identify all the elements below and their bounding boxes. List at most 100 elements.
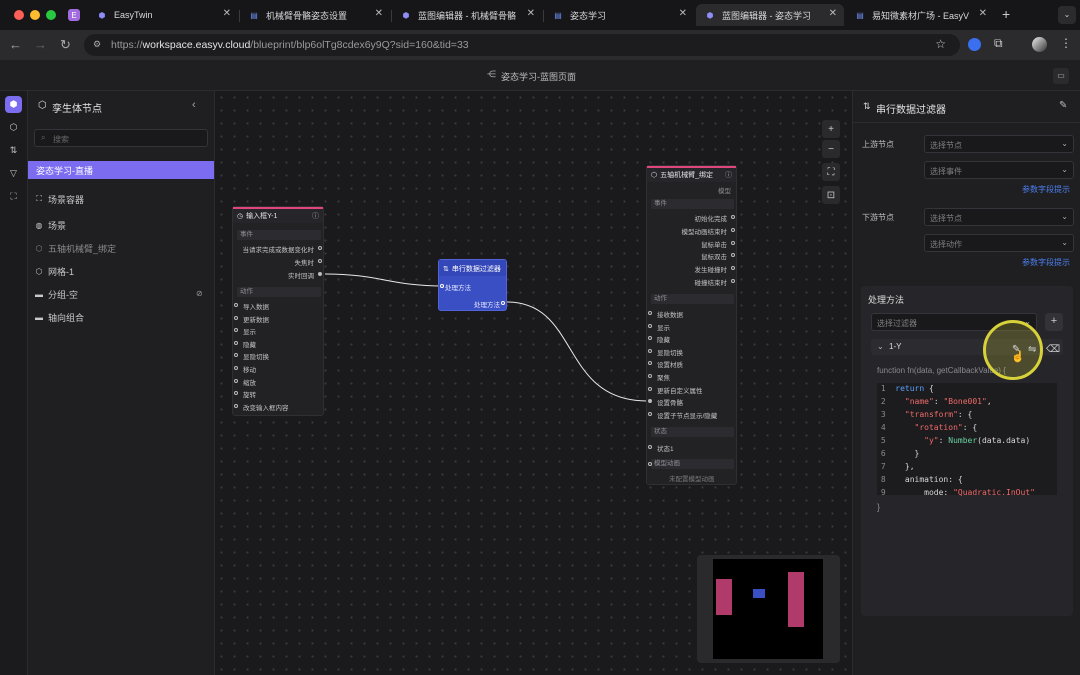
anim-empty-text: 未配置模型动画 — [669, 476, 715, 483]
input-pin[interactable] — [234, 328, 238, 333]
event-row: 模型动画结束时 — [681, 228, 728, 236]
event-row: 实时回调 — [288, 273, 314, 280]
minimap-node — [753, 589, 765, 598]
output-pin[interactable] — [731, 266, 735, 271]
info-icon: ⓘ — [312, 213, 319, 220]
output-pin[interactable] — [731, 240, 735, 245]
fit-view-button[interactable]: ⛶ — [822, 163, 840, 181]
input-pin[interactable] — [440, 284, 444, 288]
code-line: 6 } — [876, 449, 920, 458]
code-line: 5 "y": Number(data.data) — [876, 436, 1031, 445]
section-state: 状态 — [651, 427, 734, 437]
input-pin[interactable] — [648, 445, 652, 449]
event-row: 碰撞结束时 — [694, 280, 728, 287]
action-row: 设置子节点显示/隐藏 — [657, 412, 718, 420]
input-pin[interactable] — [648, 462, 652, 466]
action-row: 旋转 — [243, 392, 256, 400]
input-pin[interactable] — [234, 378, 238, 383]
output-pin[interactable] — [318, 272, 322, 276]
action-row: 更新自定义属性 — [657, 387, 703, 395]
input-pin[interactable] — [234, 315, 238, 320]
minimap-node — [788, 572, 804, 627]
action-row: 缩放 — [243, 379, 256, 387]
input-pin[interactable] — [234, 391, 238, 396]
event-row: 发生碰撞时 — [694, 267, 728, 275]
state-row: 状态1 — [657, 446, 674, 453]
upstream-label: 上游节点 — [862, 140, 894, 149]
input-pin[interactable] — [648, 399, 652, 404]
input-pin[interactable] — [648, 374, 652, 378]
input-pin[interactable] — [234, 340, 238, 345]
clock-icon: ◷ — [237, 213, 244, 220]
chevron-down-icon[interactable]: ⌄ — [877, 342, 884, 351]
filter-icon: ⇅ — [863, 101, 871, 111]
node-five-axis-arm[interactable]: ⬡ 五轴机械臂_绑定 ⓘ 模型 事件 初始化完成 模型动画结束时 鼠标单击 鼠标双击发… — [646, 165, 737, 485]
section-events: 事件 — [237, 230, 321, 240]
event-row: 初始化完成 — [694, 216, 728, 223]
node-header: ⇅ 串行数据过滤器 — [439, 260, 506, 276]
output-pin[interactable] — [731, 215, 735, 219]
input-pin[interactable] — [234, 303, 238, 307]
input-pin[interactable] — [648, 361, 652, 366]
code-line: 4 "rotation": { — [876, 423, 978, 432]
input-pin[interactable] — [234, 353, 238, 358]
input-pin[interactable] — [648, 411, 652, 416]
input-pin[interactable] — [648, 348, 652, 353]
action-row: 聚焦 — [657, 375, 670, 382]
upstream-node-select[interactable]: 选择节点 ⌄ — [924, 135, 1074, 153]
action-row: 导入数据 — [243, 304, 269, 311]
downstream-node-select[interactable]: 选择节点 ⌄ — [924, 208, 1074, 226]
input-pin[interactable] — [648, 336, 652, 341]
add-filter-button[interactable]: + — [1045, 313, 1063, 331]
action-row: 移动 — [243, 367, 256, 374]
action-row: 设置骨骼 — [657, 400, 683, 408]
node-serial-filter[interactable]: ⇅ 串行数据过滤器 处理方法 处理方法 — [438, 259, 507, 311]
closing-brace: } — [877, 502, 881, 512]
chevron-down-icon: ⌄ — [1061, 212, 1068, 221]
input-pin[interactable] — [648, 323, 652, 328]
chevron-down-icon: ⌄ — [1061, 165, 1068, 174]
code-line: 8 animation: { — [876, 475, 963, 484]
input-pin[interactable] — [234, 403, 238, 408]
pointer-cursor-icon: ☝ — [1011, 351, 1025, 363]
param-hint-link[interactable]: 参数字段提示 — [1022, 257, 1070, 268]
event-row: 鼠标单击 — [701, 241, 727, 249]
edit-icon[interactable]: ✎ — [1059, 100, 1067, 111]
downstream-action-select[interactable]: 选择动作 ⌄ — [924, 234, 1074, 252]
swap-icon[interactable]: ⇋ — [1028, 344, 1036, 355]
action-row: 隐藏 — [243, 341, 256, 349]
minimap[interactable] — [697, 555, 840, 663]
input-pin[interactable] — [234, 366, 238, 370]
delete-icon[interactable]: ⌫ — [1046, 344, 1060, 355]
input-pin[interactable] — [648, 311, 652, 315]
param-hint-link[interactable]: 参数字段提示 — [1022, 184, 1070, 195]
output-pin[interactable] — [318, 259, 322, 263]
filter-icon: ⇅ — [443, 266, 449, 273]
zoom-in-button[interactable]: + — [822, 120, 840, 138]
node-header: ◷ 输入框Y-1 ⓘ — [233, 207, 323, 223]
node-header: ⬡ 五轴机械臂_绑定 ⓘ — [647, 166, 736, 182]
node-input-box[interactable]: ◷ 输入框Y-1 ⓘ 事件 当请求完成或数据变化时 失焦时 实时回调 动作 导入… — [232, 206, 324, 416]
action-row: 改变输入框内容 — [243, 404, 289, 412]
code-line: 9 mode: "Quadratic.InOut" — [876, 488, 1035, 497]
lock-icon[interactable]: ⊡ — [822, 186, 840, 204]
output-pin[interactable] — [731, 279, 735, 283]
method-title: 处理方法 — [868, 295, 905, 305]
fn-signature: function fn(data, getCallbackValue) { — [877, 366, 1006, 375]
input-pin[interactable] — [648, 386, 652, 391]
action-row: 显隐切换 — [657, 349, 683, 357]
section-anim: 模型动画 — [651, 459, 734, 469]
output-pin[interactable] — [731, 227, 735, 232]
section-actions: 动作 — [237, 287, 321, 297]
output-pin[interactable] — [731, 253, 735, 258]
section-events: 事件 — [651, 199, 734, 209]
action-row: 隐藏 — [657, 337, 670, 345]
downstream-label: 下游节点 — [862, 213, 894, 222]
action-row: 显隐切换 — [243, 354, 269, 362]
action-row: 设置材质 — [657, 362, 683, 370]
upstream-event-select[interactable]: 选择事件 ⌄ — [924, 161, 1074, 179]
output-pin[interactable] — [501, 301, 505, 305]
zoom-out-button[interactable]: − — [822, 140, 840, 158]
properties-panel: ⇅ 串行数据过滤器 ✎ 上游节点 选择节点 ⌄ 选择事件 ⌄ 参数字段提示 下游节点… — [852, 91, 1080, 675]
output-pin[interactable] — [318, 246, 322, 250]
